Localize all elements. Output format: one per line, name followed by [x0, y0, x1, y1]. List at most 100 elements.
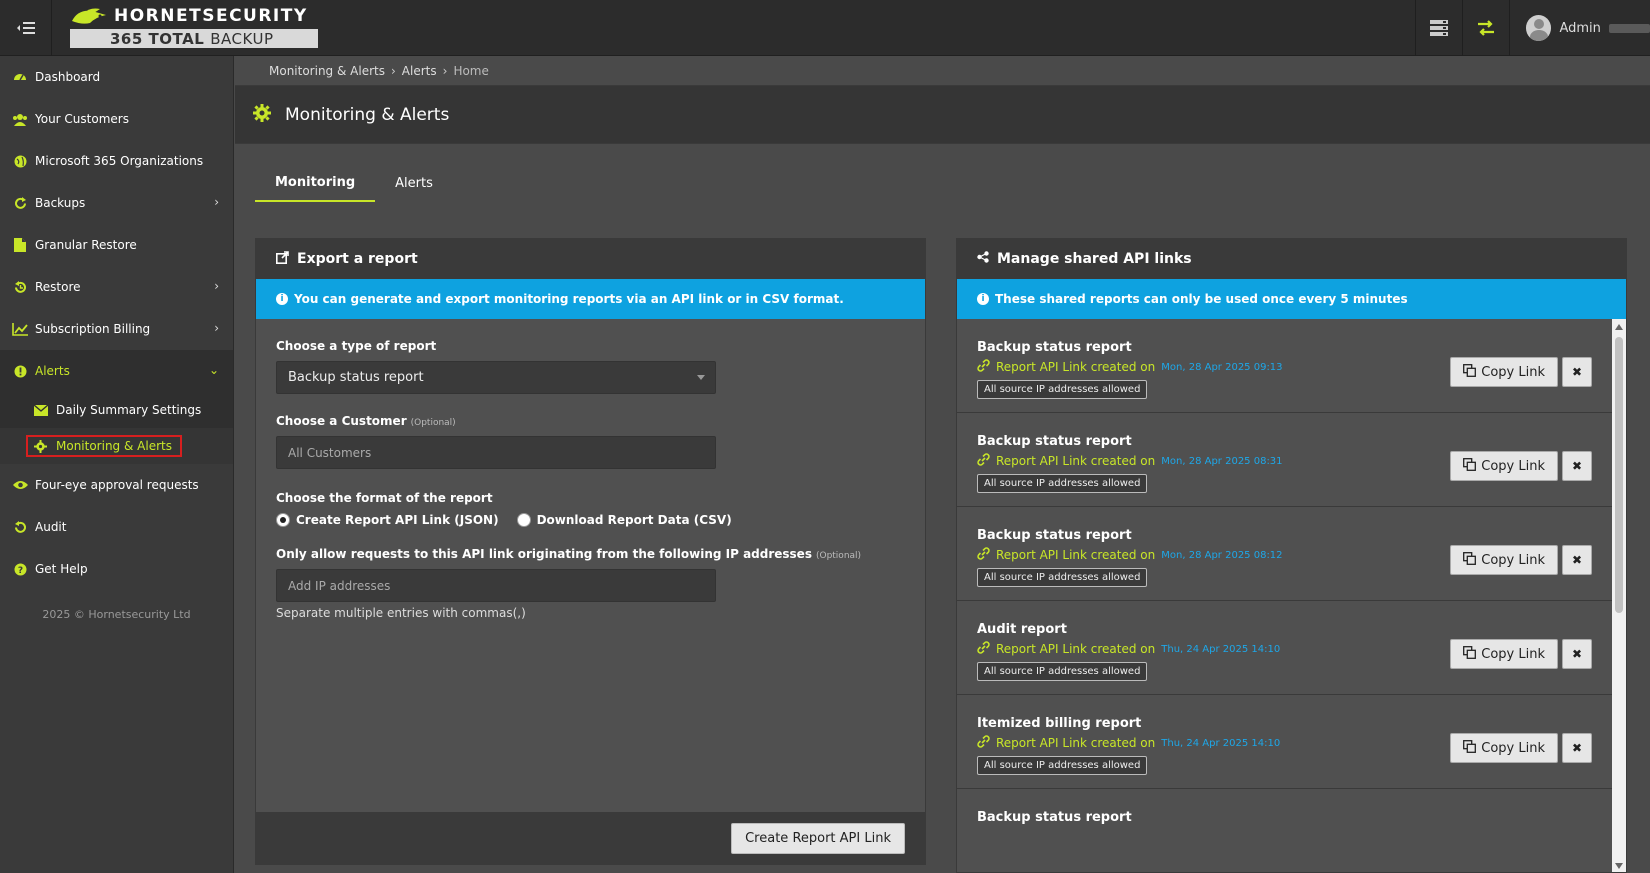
delete-link-button[interactable]: ✖	[1562, 639, 1592, 669]
scroll-thumb[interactable]	[1615, 337, 1623, 613]
delete-link-button[interactable]: ✖	[1562, 733, 1592, 763]
link-title: Audit report	[977, 622, 1067, 637]
sidebar-item-customers[interactable]: Your Customers	[0, 98, 233, 140]
ip-badge: All source IP addresses allowed	[977, 474, 1148, 493]
link-chain-icon	[977, 359, 990, 375]
panel-footer: Create Report API Link	[256, 812, 925, 864]
close-icon: ✖	[1571, 741, 1583, 755]
sidebar: Dashboard Your Customers Microsoft 365 O…	[0, 56, 234, 873]
close-icon: ✖	[1571, 365, 1583, 379]
delete-link-button[interactable]: ✖	[1562, 451, 1592, 481]
product-name-bold: 365 TOTAL	[110, 29, 205, 48]
tab-monitoring[interactable]: Monitoring	[255, 165, 376, 202]
user-menu[interactable]: Admin	[1509, 0, 1650, 56]
server-list-button[interactable]	[1415, 0, 1461, 56]
chevron-down-icon: ⌄	[208, 363, 219, 377]
link-title: Backup status report	[977, 434, 1132, 449]
list-scrollbar[interactable]	[1612, 319, 1626, 872]
menu-toggle-button[interactable]	[0, 0, 52, 56]
breadcrumb-item[interactable]: Home	[453, 64, 488, 78]
product-name-light: BACKUP	[210, 29, 274, 48]
created-text: Report API Link created on	[996, 548, 1156, 562]
sidebar-item-label: Get Help	[35, 562, 88, 576]
list-item: Backup status report	[957, 789, 1612, 872]
sidebar-item-granular-restore[interactable]: Granular Restore	[0, 224, 233, 266]
customer-placeholder: All Customers	[288, 445, 372, 460]
copy-link-button[interactable]: Copy Link	[1450, 733, 1558, 763]
breadcrumb-separator: ›	[390, 63, 396, 78]
copy-label: Copy Link	[1481, 458, 1545, 474]
link-title: Itemized billing report	[977, 716, 1142, 731]
page-title: Monitoring & Alerts	[285, 104, 450, 125]
sidebar-item-label: Backups	[35, 196, 86, 210]
switch-tenant-button[interactable]	[1462, 0, 1508, 56]
link-chain-icon	[977, 453, 990, 469]
customer-input[interactable]: All Customers	[276, 436, 716, 469]
panel-title: Export a report	[297, 251, 418, 267]
info-icon: i	[276, 293, 288, 305]
panel-title: Manage shared API links	[997, 251, 1192, 267]
created-text: Report API Link created on	[996, 454, 1156, 468]
sidebar-item-label: Monitoring & Alerts	[56, 439, 172, 453]
link-title: Backup status report	[977, 528, 1132, 543]
sidebar-item-dashboard[interactable]: Dashboard	[0, 56, 233, 98]
eye-icon	[12, 477, 28, 493]
list-item: Backup status report Report API Link cre…	[957, 413, 1612, 507]
list-item: Itemized billing report Report API Link …	[957, 695, 1612, 789]
sidebar-item-audit[interactable]: Audit	[0, 506, 233, 548]
select-value: Backup status report	[288, 370, 424, 385]
report-type-select[interactable]: Backup status report	[276, 361, 716, 394]
share-icon	[977, 251, 989, 267]
api-links-list: Backup status report Report API Link cre…	[957, 319, 1612, 872]
list-item: Backup status report Report API Link cre…	[957, 319, 1612, 413]
sidebar-item-get-help[interactable]: ? Get Help	[0, 548, 233, 590]
link-chain-icon	[977, 547, 990, 563]
sidebar-item-restore[interactable]: Restore ›	[0, 266, 233, 308]
sidebar-item-subscription-billing[interactable]: Subscription Billing ›	[0, 308, 233, 350]
globe-icon	[12, 153, 28, 169]
sidebar-subitem-daily-summary[interactable]: Daily Summary Settings	[0, 392, 233, 428]
scroll-up-icon[interactable]	[1615, 324, 1623, 330]
copy-link-button[interactable]: Copy Link	[1450, 357, 1558, 387]
format-json-radio[interactable]: Create Report API Link (JSON)	[276, 513, 499, 527]
breadcrumb-item[interactable]: Alerts	[402, 64, 437, 78]
menu-collapse-icon	[16, 22, 35, 34]
info-text: These shared reports can only be used on…	[995, 292, 1408, 306]
delete-link-button[interactable]: ✖	[1562, 357, 1592, 387]
delete-link-button[interactable]: ✖	[1562, 545, 1592, 575]
sidebar-item-label: Four-eye approval requests	[35, 478, 199, 492]
copy-icon	[1463, 551, 1477, 569]
avatar	[1526, 15, 1552, 41]
sidebar-item-m365-orgs[interactable]: Microsoft 365 Organizations	[0, 140, 233, 182]
sidebar-item-label: Your Customers	[35, 112, 129, 126]
gear-icon	[253, 103, 271, 126]
radio-checked	[276, 513, 290, 527]
scroll-down-icon[interactable]	[1615, 863, 1623, 869]
app-logo[interactable]: HORNETSECURITY 365 TOTAL BACKUP	[70, 6, 318, 48]
sidebar-item-four-eye[interactable]: Four-eye approval requests	[0, 464, 233, 506]
breadcrumb-item[interactable]: Monitoring & Alerts	[269, 64, 385, 78]
ip-addresses-input[interactable]: Add IP addresses	[276, 569, 716, 602]
ip-badge: All source IP addresses allowed	[977, 568, 1148, 587]
shared-api-links-panel: Manage shared API links i These shared r…	[956, 238, 1627, 873]
format-label: Choose the format of the report	[276, 491, 493, 505]
sidebar-item-alerts[interactable]: Alerts ⌄	[0, 350, 233, 392]
tab-alerts[interactable]: Alerts	[375, 165, 453, 202]
copy-link-button[interactable]: Copy Link	[1450, 639, 1558, 669]
close-icon: ✖	[1571, 553, 1583, 567]
info-icon: i	[977, 293, 989, 305]
sidebar-item-backups[interactable]: Backups ›	[0, 182, 233, 224]
ip-label: Only allow requests to this API link ori…	[276, 547, 862, 561]
breadcrumb: Monitoring & Alerts › Alerts › Home	[235, 56, 1650, 86]
info-banner: i You can generate and export monitoring…	[256, 279, 925, 319]
breadcrumb-separator: ›	[442, 63, 448, 78]
customer-label: Choose a Customer (Optional)	[276, 414, 456, 428]
copy-link-button[interactable]: Copy Link	[1450, 451, 1558, 481]
created-text: Report API Link created on	[996, 736, 1156, 750]
format-csv-radio[interactable]: Download Report Data (CSV)	[516, 513, 732, 527]
svg-text:?: ?	[17, 566, 22, 576]
copy-link-button[interactable]: Copy Link	[1450, 545, 1558, 575]
sidebar-subitem-monitoring-alerts[interactable]: Monitoring & Alerts	[0, 428, 233, 464]
copy-icon	[1463, 363, 1477, 381]
create-report-api-link-button[interactable]: Create Report API Link	[731, 823, 905, 854]
